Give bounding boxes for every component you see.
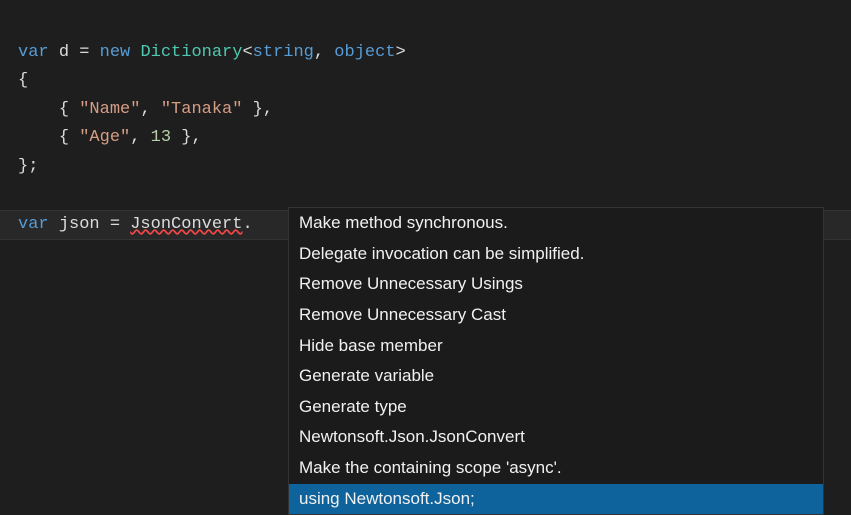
keyword-var: var bbox=[18, 215, 49, 234]
code-line-1: var d = new Dictionary<string, object> bbox=[18, 43, 406, 62]
menu-item-remove-cast[interactable]: Remove Unnecessary Cast bbox=[289, 300, 823, 331]
code-line-4: { "Age", 13 }, bbox=[18, 128, 202, 147]
menu-item-newtonsoft-qualify[interactable]: Newtonsoft.Json.JsonConvert bbox=[289, 422, 823, 453]
identifier-error: JsonConvert bbox=[130, 215, 242, 234]
code-line-3: { "Name", "Tanaka" }, bbox=[18, 100, 273, 119]
number-literal: 13 bbox=[151, 128, 171, 147]
identifier: d bbox=[59, 43, 69, 62]
code-line-blank bbox=[18, 185, 28, 204]
type-object: object bbox=[334, 43, 395, 62]
menu-item-delegate-simplify[interactable]: Delegate invocation can be simplified. bbox=[289, 239, 823, 270]
string-literal: "Age" bbox=[79, 128, 130, 147]
menu-item-make-async[interactable]: Make the containing scope 'async'. bbox=[289, 453, 823, 484]
menu-item-remove-usings[interactable]: Remove Unnecessary Usings bbox=[289, 269, 823, 300]
menu-item-make-synchronous[interactable]: Make method synchronous. bbox=[289, 208, 823, 239]
identifier: json bbox=[59, 215, 100, 234]
keyword-var: var bbox=[18, 43, 49, 62]
keyword-new: new bbox=[100, 43, 131, 62]
string-literal: "Tanaka" bbox=[161, 100, 243, 119]
menu-item-hide-base[interactable]: Hide base member bbox=[289, 331, 823, 362]
quick-actions-menu[interactable]: Make method synchronous. Delegate invoca… bbox=[288, 207, 824, 515]
code-line-2: { bbox=[18, 71, 28, 90]
string-literal: "Name" bbox=[79, 100, 140, 119]
type-string: string bbox=[253, 43, 314, 62]
menu-item-generate-variable[interactable]: Generate variable bbox=[289, 361, 823, 392]
type-dictionary: Dictionary bbox=[140, 43, 242, 62]
menu-item-generate-type[interactable]: Generate type bbox=[289, 392, 823, 423]
code-line-5: }; bbox=[18, 157, 38, 176]
